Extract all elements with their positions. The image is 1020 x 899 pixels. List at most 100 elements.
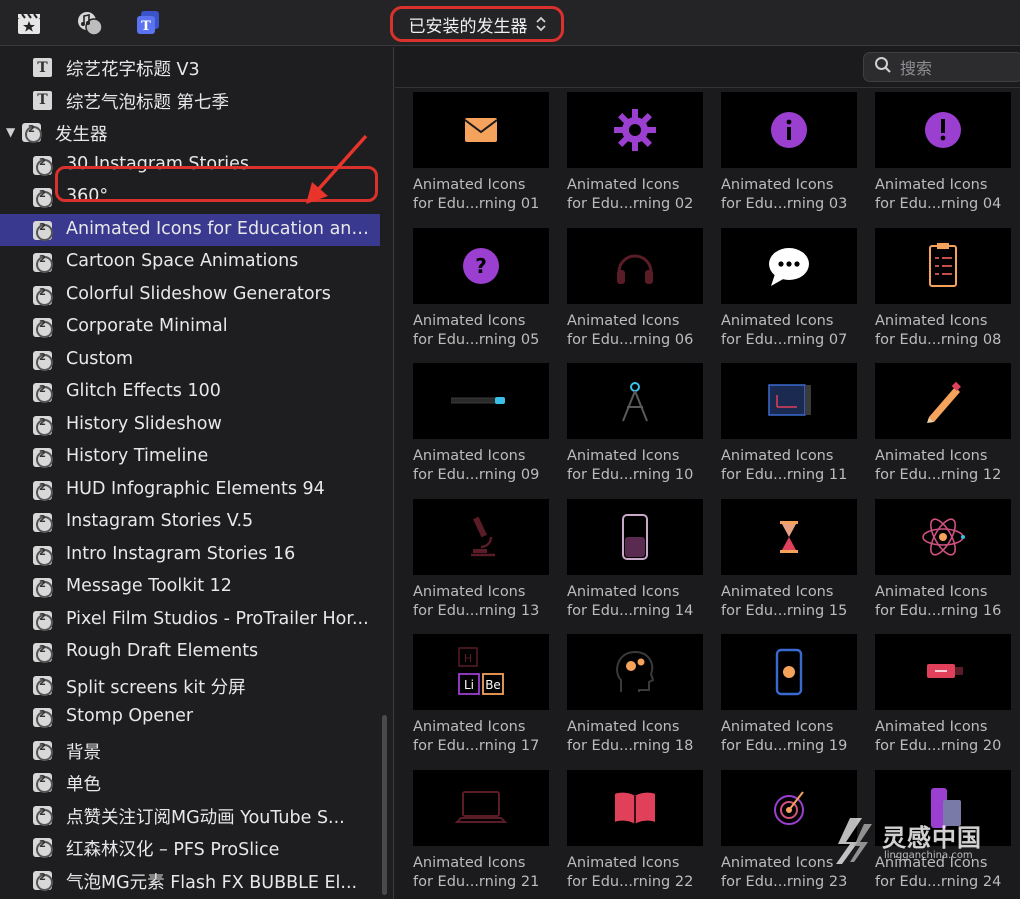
sidebar-scrollbar[interactable] [382, 715, 387, 895]
generator-icon-glyph: 2 [28, 124, 35, 135]
tile-caption-line1: Animated Icons [567, 448, 680, 464]
generator-tile[interactable]: Animated Icons for Edu...rning 18 [567, 634, 703, 756]
sidebar-item-label: Colorful Slideshow Generators [66, 283, 331, 304]
generator-icon-glyph: 2 [39, 481, 46, 493]
sidebar-item[interactable]: 2 气泡MG元素 Flash FX BUBBLE El... [0, 864, 380, 896]
disclosure-triangle-icon[interactable]: ▼ [6, 125, 15, 139]
installed-generators-popup[interactable]: 已安装的发生器 [390, 6, 564, 42]
svg-text:Be: Be [485, 678, 501, 692]
sidebar-item[interactable]: 2 Glitch Effects 100 [0, 376, 380, 408]
generator-tile[interactable]: Animated Icons for Edu...rning 14 [567, 499, 703, 621]
generator-icon: 2 [33, 740, 53, 761]
generator-tile[interactable]: ? Animated Icons for Edu...rning 05 [413, 228, 549, 350]
sidebar-item[interactable]: 2 Stomp Opener [0, 701, 380, 733]
sidebar-item-label: Animated Icons for Education and... [66, 218, 372, 239]
sidebar-item[interactable]: 2 点赞关注订阅MG动画 YouTube S... [0, 799, 380, 831]
tile-caption-line2: for Edu...rning 16 [875, 603, 1002, 619]
sidebar-item[interactable]: 2 Rough Draft Elements [0, 636, 380, 668]
tile-caption-line2: for Edu...rning 09 [413, 467, 540, 483]
tile-caption-line1: Animated Icons [413, 448, 526, 464]
sidebar-item[interactable]: 2 HUD Infographic Elements 94 [0, 474, 380, 506]
generator-tile[interactable]: Animated Icons for Edu...rning 23 [721, 770, 857, 892]
generator-tile[interactable]: Animated Icons for Edu...rning 06 [567, 228, 703, 350]
sidebar-item[interactable]: 2 Animated Icons for Education and... [0, 213, 380, 246]
sidebar-item[interactable]: T 综艺花字标题 V3 [0, 51, 380, 83]
clapper-star-icon[interactable] [14, 8, 44, 38]
tile-caption-line2: for Edu...rning 21 [413, 874, 540, 890]
generator-icon-glyph: 2 [39, 384, 46, 395]
tile-caption-line1: Animated Icons [413, 313, 526, 329]
generator-tile[interactable]: Animated Icons for Edu...rning 02 [567, 92, 703, 214]
sidebar-item[interactable]: 2 Instagram Stories V.5 [0, 506, 380, 538]
sidebar-item-label: History Slideshow [66, 413, 222, 434]
generator-tile[interactable]: Animated Icons for Edu...rning 09 [413, 363, 549, 485]
generator-tile[interactable]: Animated Icons for Edu...rning 21 [413, 770, 549, 892]
tile-caption-line2: for Edu...rning 06 [567, 332, 694, 348]
sidebar-item[interactable]: 2 Colorful Slideshow Generators [0, 279, 380, 311]
sidebar-item[interactable]: 2 Intro Instagram Stories 16 [0, 539, 380, 571]
generator-tile[interactable]: Animated Icons for Edu...rning 22 [567, 770, 703, 892]
sidebar-item[interactable]: 2 History Slideshow [0, 409, 380, 441]
sidebar-item-label: Stomp Opener [66, 706, 194, 726]
generator-icon: 2 [33, 643, 53, 663]
sidebar-item[interactable]: 2 Corporate Minimal [0, 311, 380, 343]
sidebar-item[interactable]: 2 Split screens kit 分屏 [0, 669, 380, 701]
generator-tile[interactable]: H Li Be Animated Icons for Edu...rning 17 [413, 634, 549, 756]
generator-tile[interactable]: Animated Icons for Edu...rning 15 [721, 499, 857, 621]
tile-caption: Animated Icons for Edu...rning 09 [413, 447, 549, 485]
tile-caption-line1: Animated Icons [875, 719, 988, 735]
tile-caption-line2: for Edu...rning 24 [875, 874, 1002, 890]
title-template-icon: T [33, 58, 52, 77]
sidebar-item-label: Cartoon Space Animations [66, 251, 299, 271]
generator-icon-glyph: 2 [39, 871, 46, 883]
titles-generators-icon[interactable]: T [133, 8, 163, 38]
generator-tile[interactable]: Animated Icons for Edu...rning 24 [875, 770, 1011, 892]
tile-caption: Animated Icons for Edu...rning 24 [875, 854, 1011, 892]
generator-tile[interactable]: Animated Icons for Edu...rning 20 [875, 634, 1011, 756]
sidebar-item-label: Rough Draft Elements [66, 641, 259, 661]
generator-icon: 2 [33, 415, 53, 436]
generator-tile[interactable]: Animated Icons for Edu...rning 16 [875, 499, 1011, 621]
generator-tile[interactable]: Animated Icons for Edu...rning 11 [721, 363, 857, 485]
tile-caption-line1: Animated Icons [413, 177, 526, 193]
sidebar-item[interactable]: 2 背景 [0, 734, 380, 766]
generator-icon-glyph: 2 [39, 286, 46, 298]
sidebar-item[interactable]: 2 单色 [0, 766, 380, 798]
sidebar-item[interactable]: 2 红森林汉化 – PFS ProSlice [0, 831, 380, 863]
sidebar-item[interactable]: 2 Custom [0, 344, 380, 376]
divider [395, 87, 1020, 88]
generator-tile[interactable]: Animated Icons for Edu...rning 08 [875, 228, 1011, 350]
search-field[interactable]: 搜索 [863, 52, 1020, 82]
sidebar-item[interactable]: 2 Message Toolkit 12 [0, 571, 380, 603]
generator-tile[interactable]: Animated Icons for Edu...rning 12 [875, 363, 1011, 485]
tile-caption: Animated Icons for Edu...rning 20 [875, 718, 1011, 756]
tile-caption-line2: for Edu...rning 03 [721, 196, 848, 212]
tile-caption-line1: Animated Icons [567, 855, 680, 871]
head-gears-icon [567, 634, 703, 710]
generator-tile[interactable]: Animated Icons for Edu...rning 04 [875, 92, 1011, 214]
generator-tile[interactable]: Animated Icons for Edu...rning 01 [413, 92, 549, 214]
sidebar-item[interactable]: 2 History Timeline [0, 441, 380, 473]
generator-tile[interactable]: Animated Icons for Edu...rning 03 [721, 92, 857, 214]
generator-tile[interactable]: Animated Icons for Edu...rning 19 [721, 634, 857, 756]
generator-tile[interactable]: Animated Icons for Edu...rning 13 [413, 499, 549, 621]
generator-icon-glyph: 2 [39, 806, 46, 818]
generator-icon-glyph: 2 [39, 351, 46, 363]
tile-caption-line1: Animated Icons [721, 448, 834, 464]
svg-text:?: ? [475, 254, 487, 278]
generator-icon: 2 [33, 253, 53, 273]
sidebar-group-generators[interactable]: ▼ 2 发生器 [0, 116, 380, 148]
sidebar-item[interactable]: 2 360° [0, 181, 380, 213]
sidebar-item[interactable]: T 综艺气泡标题 第七季 [0, 84, 380, 116]
sidebar-item[interactable]: 2 Cartoon Space Animations [0, 246, 380, 278]
generator-tile[interactable]: Animated Icons for Edu...rning 10 [567, 363, 703, 485]
sidebar-item[interactable]: 2 Pixel Film Studios - ProTrailer Hor... [0, 604, 380, 636]
sidebar-item[interactable]: 2 30 Instagram Stories [0, 149, 380, 181]
phone-icon [721, 634, 857, 710]
tile-caption: Animated Icons for Edu...rning 19 [721, 718, 857, 756]
generator-tile[interactable]: Animated Icons for Edu...rning 07 [721, 228, 857, 350]
music-photo-icon[interactable] [74, 8, 104, 38]
microscope-icon [413, 499, 549, 575]
sidebar-item-label: 背景 [66, 742, 101, 763]
sidebar-item-label: 综艺气泡标题 第七季 [66, 92, 230, 113]
